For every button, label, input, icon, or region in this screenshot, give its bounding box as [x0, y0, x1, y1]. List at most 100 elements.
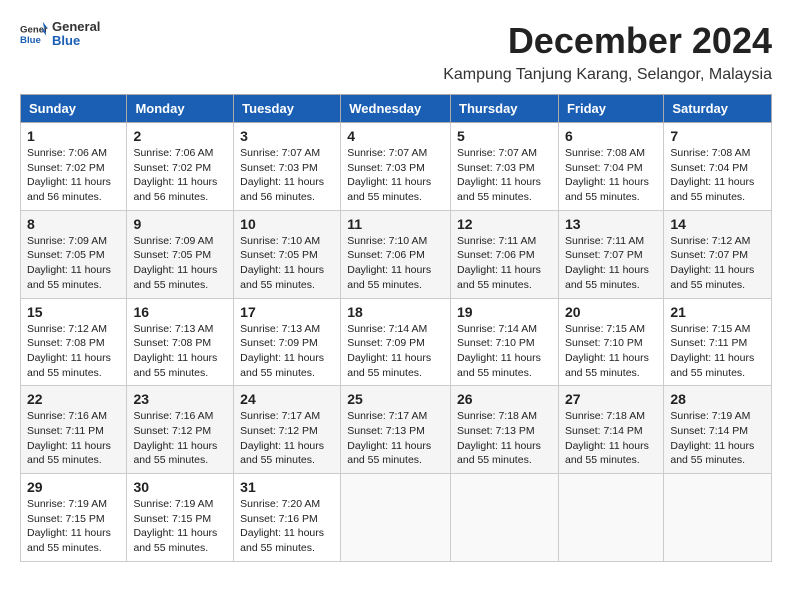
sunset-time: Sunset: 7:06 PM [347, 249, 425, 261]
day-number: 7 [670, 128, 765, 144]
svg-text:Blue: Blue [20, 35, 41, 46]
daylight-hours: Daylight: 11 hours and 55 minutes. [240, 527, 324, 554]
calendar-cell: 2Sunrise: 7:06 AMSunset: 7:02 PMDaylight… [127, 123, 234, 211]
calendar-cell: 16 Sunrise: 7:13 AMSunset: 7:08 PMDayligh… [127, 298, 234, 386]
sunrise-time: Sunrise: 7:06 AM [27, 147, 107, 159]
daylight-hours: Daylight: 11 hours and 55 minutes. [457, 352, 541, 379]
sunrise-time: Sunrise: 7:14 AM [457, 323, 537, 335]
sunrise-time: Sunrise: 7:16 AM [133, 410, 213, 422]
sunrise-time: Sunrise: 7:07 AM [347, 147, 427, 159]
sunset-time: Sunset: 7:03 PM [240, 162, 318, 174]
daylight-hours: Daylight: 11 hours and 55 minutes. [565, 352, 649, 379]
calendar-header-friday: Friday [558, 95, 663, 123]
calendar-cell: 30Sunrise: 7:19 AMSunset: 7:15 PMDayligh… [127, 474, 234, 562]
day-number: 19 [457, 304, 552, 320]
sunset-time: Sunset: 7:14 PM [670, 425, 748, 437]
day-info: Sunrise: 7:07 AMSunset: 7:03 PMDaylight:… [240, 146, 334, 205]
day-info: Sunrise: 7:13 AMSunset: 7:08 PMDaylight:… [133, 322, 227, 381]
daylight-hours: Daylight: 11 hours and 55 minutes. [347, 264, 431, 291]
day-number: 6 [565, 128, 657, 144]
sunset-time: Sunset: 7:04 PM [670, 162, 748, 174]
day-number: 20 [565, 304, 657, 320]
daylight-hours: Daylight: 11 hours and 55 minutes. [565, 176, 649, 203]
sunset-time: Sunset: 7:05 PM [133, 249, 211, 261]
sunrise-time: Sunrise: 7:18 AM [565, 410, 645, 422]
sunset-time: Sunset: 7:03 PM [457, 162, 535, 174]
day-info: Sunrise: 7:11 AMSunset: 7:06 PMDaylight:… [457, 234, 552, 293]
calendar-header-monday: Monday [127, 95, 234, 123]
sunset-time: Sunset: 7:08 PM [133, 337, 211, 349]
day-info: Sunrise: 7:20 AMSunset: 7:16 PMDaylight:… [240, 497, 334, 556]
sunrise-time: Sunrise: 7:07 AM [240, 147, 320, 159]
sunset-time: Sunset: 7:09 PM [240, 337, 318, 349]
day-number: 30 [133, 479, 227, 495]
day-number: 11 [347, 216, 444, 232]
sunset-time: Sunset: 7:03 PM [347, 162, 425, 174]
sunrise-time: Sunrise: 7:19 AM [670, 410, 750, 422]
day-number: 28 [670, 391, 765, 407]
daylight-hours: Daylight: 11 hours and 55 minutes. [670, 352, 754, 379]
day-number: 3 [240, 128, 334, 144]
day-info: Sunrise: 7:11 AMSunset: 7:07 PMDaylight:… [565, 234, 657, 293]
sunrise-time: Sunrise: 7:18 AM [457, 410, 537, 422]
daylight-hours: Daylight: 11 hours and 55 minutes. [133, 264, 217, 291]
calendar-week-2: 8 Sunrise: 7:09 AM Sunset: 7:05 PM Daylight… [21, 210, 772, 298]
calendar-header-saturday: Saturday [664, 95, 772, 123]
sunrise-time: Sunrise: 7:19 AM [133, 498, 213, 510]
calendar-week-4: 22Sunrise: 7:16 AMSunset: 7:11 PMDayligh… [21, 386, 772, 474]
sunrise-time: Sunrise: 7:09 AM [133, 235, 213, 247]
calendar-cell: 20Sunrise: 7:15 AMSunset: 7:10 PMDayligh… [558, 298, 663, 386]
sunrise-time: Sunrise: 7:09 AM [27, 235, 107, 247]
logo-blue: Blue [52, 34, 100, 48]
day-info: Sunrise: 7:09 AMSunset: 7:05 PMDaylight:… [27, 234, 120, 293]
day-info: Sunrise: 7:19 AMSunset: 7:15 PMDaylight:… [133, 497, 227, 556]
day-info: Sunrise: 7:17 AMSunset: 7:12 PMDaylight:… [240, 409, 334, 468]
calendar-cell [451, 474, 559, 562]
day-info: Sunrise: 7:07 AMSunset: 7:03 PMDaylight:… [457, 146, 552, 205]
sunset-time: Sunset: 7:02 PM [133, 162, 211, 174]
calendar-cell: 6Sunrise: 7:08 AMSunset: 7:04 PMDaylight… [558, 123, 663, 211]
month-title: December 2024 [508, 20, 772, 62]
sunset-time: Sunset: 7:15 PM [133, 513, 211, 525]
sunset-time: Sunset: 7:09 PM [347, 337, 425, 349]
calendar-week-3: 15Sunrise: 7:12 AMSunset: 7:08 PMDayligh… [21, 298, 772, 386]
calendar-cell: 31Sunrise: 7:20 AMSunset: 7:16 PMDayligh… [234, 474, 341, 562]
day-info: Sunrise: 7:14 AMSunset: 7:10 PMDaylight:… [457, 322, 552, 381]
day-info: Sunrise: 7:10 AMSunset: 7:05 PMDaylight:… [240, 234, 334, 293]
sunrise-time: Sunrise: 7:20 AM [240, 498, 320, 510]
sunrise-time: Sunrise: 7:14 AM [347, 323, 427, 335]
day-number: 10 [240, 216, 334, 232]
sunset-time: Sunset: 7:02 PM [27, 162, 105, 174]
calendar-cell: 29Sunrise: 7:19 AMSunset: 7:15 PMDayligh… [21, 474, 127, 562]
day-info: Sunrise: 7:16 AMSunset: 7:12 PMDaylight:… [133, 409, 227, 468]
daylight-hours: Daylight: 11 hours and 55 minutes. [27, 440, 111, 467]
sunset-time: Sunset: 7:11 PM [670, 337, 747, 349]
sunrise-time: Sunrise: 7:12 AM [27, 323, 107, 335]
day-info: Sunrise: 7:17 AMSunset: 7:13 PMDaylight:… [347, 409, 444, 468]
day-number: 8 [27, 216, 120, 232]
day-info: Sunrise: 7:08 AMSunset: 7:04 PMDaylight:… [670, 146, 765, 205]
page-header: General Blue General Blue December 2024 [20, 20, 772, 62]
sunset-time: Sunset: 7:05 PM [240, 249, 318, 261]
calendar-cell: 5Sunrise: 7:07 AMSunset: 7:03 PMDaylight… [451, 123, 559, 211]
sunrise-time: Sunrise: 7:16 AM [27, 410, 107, 422]
daylight-hours: Daylight: 11 hours and 55 minutes. [457, 176, 541, 203]
day-number: 2 [133, 128, 227, 144]
daylight-hours: Daylight: 11 hours and 55 minutes. [347, 440, 431, 467]
calendar-cell: 25Sunrise: 7:17 AMSunset: 7:13 PMDayligh… [341, 386, 451, 474]
sunrise-time: Sunrise: 7:17 AM [347, 410, 427, 422]
day-number: 12 [457, 216, 552, 232]
calendar-cell: 24Sunrise: 7:17 AMSunset: 7:12 PMDayligh… [234, 386, 341, 474]
daylight-hours: Daylight: 11 hours and 55 minutes. [670, 440, 754, 467]
day-info: Sunrise: 7:14 AMSunset: 7:09 PMDaylight:… [347, 322, 444, 381]
calendar-cell: 8 Sunrise: 7:09 AMSunset: 7:05 PMDaylight… [21, 210, 127, 298]
day-number: 16 [133, 304, 227, 320]
day-info: Sunrise: 7:09 AM Sunset: 7:05 PM Daylight:… [133, 234, 227, 293]
calendar-cell: 11Sunrise: 7:10 AMSunset: 7:06 PMDayligh… [341, 210, 451, 298]
calendar-header-thursday: Thursday [451, 95, 559, 123]
calendar-cell: 7 Sunrise: 7:08 AMSunset: 7:04 PMDaylight… [664, 123, 772, 211]
daylight-hours: Daylight: 11 hours and 56 minutes. [133, 176, 217, 203]
calendar-header-row: SundayMondayTuesdayWednesdayThursdayFrid… [21, 95, 772, 123]
calendar-header-sunday: Sunday [21, 95, 127, 123]
day-info: Sunrise: 7:06 AMSunset: 7:02 PMDaylight:… [27, 146, 120, 205]
